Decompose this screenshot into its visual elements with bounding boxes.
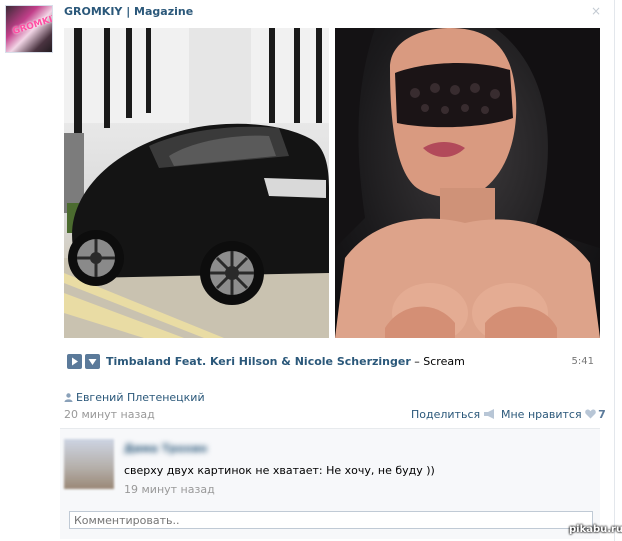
comment-text: сверху двух картинок не хватает: Не хочу… xyxy=(124,464,435,477)
like-count: 7 xyxy=(598,408,606,421)
play-button[interactable] xyxy=(67,354,82,369)
megaphone-icon xyxy=(483,409,494,419)
comments-section: Дима Трохин сверху двух картинок не хват… xyxy=(60,428,600,539)
download-icon xyxy=(88,359,97,365)
track-song[interactable]: Scream xyxy=(423,355,465,368)
audio-track: Timbaland Feat. Keri Hilson & Nicole Sch… xyxy=(64,354,594,370)
track-separator: – xyxy=(410,355,424,368)
download-button[interactable] xyxy=(85,354,100,369)
avatar-logo-text: GROMKIY xyxy=(11,12,53,38)
play-icon xyxy=(72,357,78,366)
track-title[interactable]: Timbaland Feat. Keri Hilson & Nicole Sch… xyxy=(106,355,465,368)
portrait-photo-image xyxy=(335,28,600,338)
post-photo-car[interactable] xyxy=(64,28,329,338)
share-label: Поделиться xyxy=(411,408,481,421)
post-photo-portrait[interactable] xyxy=(335,28,600,338)
commenter-name[interactable]: Дима Трохин xyxy=(124,442,207,455)
post-signer[interactable]: Евгений Плетенецкий xyxy=(64,391,205,404)
group-avatar[interactable]: GROMKIY xyxy=(5,5,53,53)
car-photo-image xyxy=(64,28,329,338)
like-button[interactable]: Мне нравится 7 xyxy=(501,408,606,421)
track-artist[interactable]: Timbaland Feat. Keri Hilson & Nicole Sch… xyxy=(106,355,411,368)
post-time[interactable]: 20 минут назад xyxy=(64,408,155,421)
track-duration: 5:41 xyxy=(571,356,594,367)
post-signer-name[interactable]: Евгений Плетенецкий xyxy=(76,391,205,404)
heart-icon xyxy=(585,409,596,419)
comment-input[interactable] xyxy=(69,511,593,529)
commenter-avatar[interactable] xyxy=(64,439,114,489)
user-icon xyxy=(64,393,73,402)
post-author-link[interactable]: GROMKIY | Magazine xyxy=(64,5,193,18)
comment-time[interactable]: 19 минут назад xyxy=(124,483,215,496)
watermark: pikabu.ru xyxy=(569,524,622,535)
share-button[interactable]: Поделиться xyxy=(411,408,495,421)
page-border-line xyxy=(614,0,615,541)
like-label: Мне нравится xyxy=(501,408,582,421)
close-icon[interactable]: × xyxy=(591,4,601,18)
